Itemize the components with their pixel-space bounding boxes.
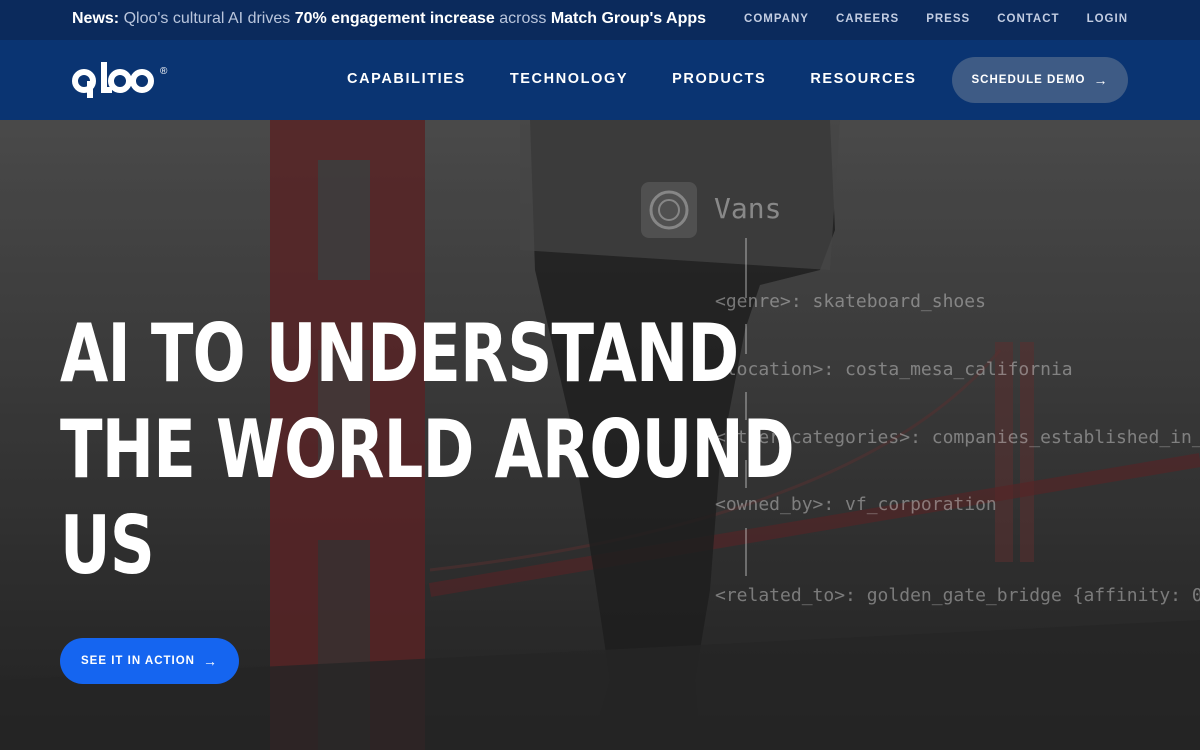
- cta-label: SEE IT IN ACTION: [81, 655, 195, 667]
- news-label: News:: [72, 10, 120, 27]
- nav-capabilities[interactable]: CAPABILITIES: [347, 71, 466, 87]
- news-text-2: across: [494, 10, 551, 27]
- news-highlight-1: 70% engagement increase: [294, 10, 495, 27]
- headline-line-3: US: [60, 499, 155, 592]
- hero-section: Vans <genre>: skateboard_shoes <location…: [0, 120, 1200, 750]
- overlay-connector: [745, 238, 747, 298]
- headline-line-1: AI TO UNDERSTAND: [60, 307, 739, 400]
- news-highlight-2: Match Group's Apps: [550, 10, 707, 27]
- overlay-attr-related: <related_to>: golden_gate_bridge {affini…: [715, 585, 1200, 606]
- overlay-connector: [745, 324, 747, 354]
- overlay-attr-genre: <genre>: skateboard_shoes: [715, 291, 986, 312]
- nav-resources[interactable]: RESOURCES: [810, 71, 916, 87]
- schedule-demo-button[interactable]: SCHEDULE DEMO →: [952, 57, 1128, 103]
- overlay-connector: [745, 528, 747, 576]
- nav-company[interactable]: COMPANY: [744, 13, 809, 25]
- utility-nav: COMPANY CAREERS PRESS CONTACT LOGIN: [744, 13, 1128, 25]
- overlay-attr-owned-by: <owned_by>: vf_corporation: [715, 494, 997, 515]
- arrow-right-icon: →: [1093, 72, 1109, 88]
- nav-press[interactable]: PRESS: [926, 13, 970, 25]
- qloo-logo[interactable]: ®: [72, 60, 172, 100]
- hero-headline: AI TO UNDERSTAND THE WORLD AROUND US: [60, 306, 795, 594]
- schedule-demo-label: SCHEDULE DEMO: [971, 74, 1086, 86]
- primary-nav: CAPABILITIES TECHNOLOGY PRODUCTS RESOURC…: [347, 71, 917, 87]
- overlay-brand-name: Vans: [714, 192, 782, 225]
- headline-line-2: THE WORLD AROUND: [60, 403, 795, 496]
- arrow-right-icon: →: [202, 653, 218, 669]
- overlay-attr-location: <location>: costa_mesa_california: [715, 359, 1073, 380]
- news-text-1: Qloo's cultural AI drives: [119, 10, 295, 27]
- see-it-in-action-button[interactable]: SEE IT IN ACTION →: [60, 638, 239, 684]
- main-header: ® CAPABILITIES TECHNOLOGY PRODUCTS RESOU…: [0, 40, 1200, 120]
- news-announcement[interactable]: News: Qloo's cultural AI drives 70% enga…: [72, 10, 706, 28]
- nav-products[interactable]: PRODUCTS: [672, 71, 766, 87]
- registered-mark: ®: [160, 66, 168, 77]
- nav-careers[interactable]: CAREERS: [836, 13, 899, 25]
- nav-technology[interactable]: TECHNOLOGY: [510, 71, 628, 87]
- nav-contact[interactable]: CONTACT: [997, 13, 1059, 25]
- news-bar: News: Qloo's cultural AI drives 70% enga…: [0, 0, 1200, 40]
- nav-login[interactable]: LOGIN: [1087, 13, 1128, 25]
